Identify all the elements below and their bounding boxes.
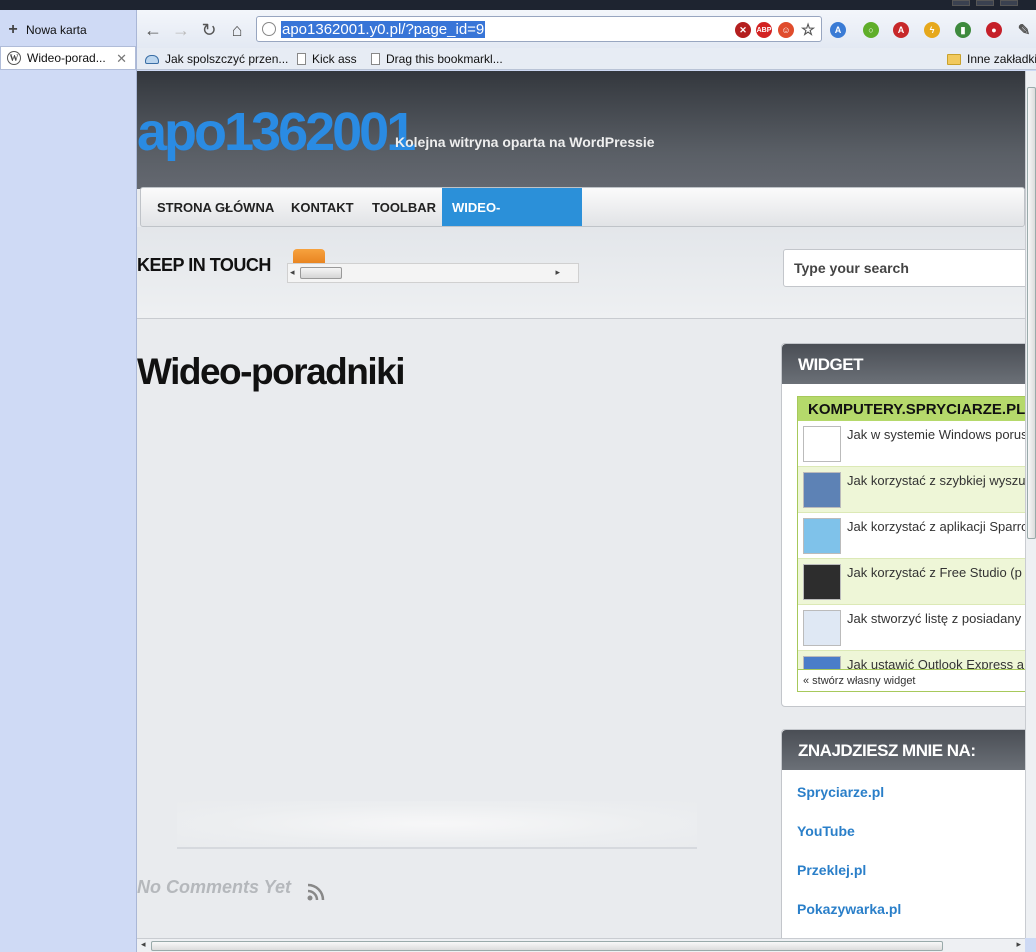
widget-title: WIDGET (782, 344, 1025, 384)
nav-toolbar[interactable]: TOOLBAR (362, 188, 446, 226)
tab-panel: + Nowa karta W Wideo-porad... ✕ (0, 10, 137, 952)
search-input[interactable]: Type your search (783, 249, 1025, 287)
wrench-icon[interactable]: ✎ (1016, 22, 1032, 39)
new-tab-label: Nowa karta (26, 23, 87, 37)
nav-home[interactable]: STRONA GŁÓWNA (147, 188, 284, 226)
computer-thumbnail (803, 610, 841, 646)
site-description: Kolejna witryna oparta na WordPressie (395, 134, 655, 150)
browser-toolbar: ← → ↻ ⌂ apo1362001.y0.pl/?page_id=9 ✕ AB… (137, 10, 1036, 48)
feed-item-text[interactable]: Jak w systemie Windows porusz (847, 427, 1025, 442)
feed-item[interactable]: Jak w systemie Windows porusz (798, 421, 1025, 467)
site-title[interactable]: apo1362001 (137, 101, 416, 163)
studio-thumbnail (803, 564, 841, 600)
sparrow-thumbnail (803, 518, 841, 554)
adblock-icon[interactable]: ABP (756, 22, 772, 38)
close-window-icon[interactable] (1000, 0, 1018, 6)
bookmark-label: Drag this bookmarkl... (386, 52, 503, 66)
refresh-extension-icon[interactable]: ○ (863, 22, 879, 38)
embed-scrollbar[interactable]: ◂ ▸ (287, 263, 579, 283)
widget-find-me: ZNAJDZIESZ MNIE NA: Spryciarze.pl YouTub… (781, 729, 1025, 938)
extension-icon[interactable]: ☺ (778, 22, 794, 38)
create-widget-link[interactable]: « stwórz własny widget (798, 669, 1025, 691)
main-nav: STRONA GŁÓWNA KONTAKT TOOLBAR WIDEO-PORA… (140, 187, 1025, 255)
feed-item-text[interactable]: Jak korzystać z aplikacji Sparrow (847, 519, 1025, 534)
scroll-right-icon[interactable]: ▸ (1016, 939, 1021, 950)
scroll-right-icon[interactable]: ▸ (555, 267, 560, 278)
horizontal-scrollbar[interactable]: ◂ ▸ (137, 938, 1025, 952)
app-thumbnail (803, 472, 841, 508)
other-bookmarks-label: Inne zakładki (967, 52, 1036, 66)
bookmark-item[interactable]: Drag this bookmarkl... (371, 52, 503, 66)
page-viewport: apo1362001 Kolejna witryna oparta na Wor… (137, 71, 1025, 938)
page-icon (297, 53, 306, 65)
forward-arrow-icon[interactable]: → (170, 20, 192, 40)
nav-contact[interactable]: KONTAKT (281, 188, 364, 226)
feed-title[interactable]: KOMPUTERY.SPRYCIARZE.PL (798, 397, 1025, 421)
feed-item[interactable]: Jak korzystać z aplikacji Sparrow (798, 513, 1025, 559)
widget-feed: WIDGET KOMPUTERY.SPRYCIARZE.PL Jak w sys… (781, 343, 1025, 707)
feed-item[interactable]: Jak korzystać z szybkiej wyszuk (798, 467, 1025, 513)
content-separator (177, 801, 697, 849)
bookmarks-bar: Jak spolszczyć przen... Kick ass Drag th… (137, 48, 1036, 70)
folder-icon (947, 53, 961, 65)
widget-title: ZNAJDZIESZ MNIE NA: (782, 730, 1025, 770)
bookmark-item[interactable]: Jak spolszczyć przen... (145, 52, 288, 66)
feed-item[interactable]: Jak korzystać z Free Studio (p (798, 559, 1025, 605)
tab-active[interactable]: W Wideo-porad... ✕ (0, 46, 136, 70)
keep-in-touch-label: KEEP IN TOUCH (137, 255, 271, 275)
feed-item-text[interactable]: Jak korzystać z szybkiej wyszuk (847, 473, 1025, 488)
comments-rss-icon[interactable] (307, 883, 325, 901)
link-youtube[interactable]: YouTube (797, 823, 855, 839)
address-bar[interactable]: apo1362001.y0.pl/?page_id=9 ✕ ABP ☺ ☆ (256, 16, 822, 42)
plus-icon: + (8, 21, 18, 38)
page-title: Wideo-poradniki (137, 351, 406, 392)
url-text[interactable]: apo1362001.y0.pl/?page_id=9 (281, 21, 486, 38)
vertical-scrollbar[interactable] (1025, 71, 1036, 938)
new-tab-button[interactable]: + Nowa karta (6, 20, 87, 40)
reload-icon[interactable]: ↻ (198, 20, 220, 40)
bookmark-item[interactable]: Kick ass (297, 52, 357, 66)
scroll-left-icon[interactable]: ◂ (141, 939, 146, 950)
lightning-icon[interactable]: ϟ (924, 22, 940, 38)
other-bookmarks[interactable]: Inne zakładki (947, 52, 1036, 66)
scroll-left-icon[interactable]: ◂ (290, 267, 295, 278)
back-arrow-icon[interactable]: ← (142, 20, 164, 40)
tab-title: Wideo-porad... (27, 51, 106, 65)
nav-video-tutorials[interactable]: WIDEO-PORADNIKI (442, 188, 582, 255)
link-spryciarze[interactable]: Spryciarze.pl (797, 784, 884, 800)
page-icon (371, 53, 380, 65)
wordpress-icon: W (7, 51, 21, 65)
no-comments-text: No Comments Yet (137, 877, 292, 897)
star-icon[interactable]: ☆ (800, 22, 816, 39)
home-icon[interactable]: ⌂ (226, 20, 248, 40)
maximize-icon[interactable] (976, 0, 994, 6)
globe-icon (262, 22, 276, 36)
close-tab-icon[interactable]: ✕ (116, 51, 127, 67)
feed-item-text[interactable]: Jak korzystać z Free Studio (p (847, 565, 1022, 580)
scrollbar-thumb[interactable] (151, 941, 943, 951)
bookmark-label: Jak spolszczyć przen... (165, 52, 289, 66)
bookmark-label: Kick ass (312, 52, 357, 66)
bookmark-extension-icon[interactable]: ▮ (955, 22, 971, 38)
window-title-bar (0, 0, 1036, 10)
feed-item-text[interactable]: Jak stworzyć listę z posiadany (847, 611, 1021, 626)
mouse-thumbnail (803, 426, 841, 462)
block-icon[interactable]: ✕ (735, 22, 751, 38)
link-przeklej[interactable]: Przeklej.pl (797, 862, 866, 878)
stop-icon[interactable]: ● (986, 22, 1002, 38)
translate-icon[interactable]: A (830, 22, 846, 38)
scrollbar-thumb[interactable] (1027, 87, 1036, 539)
feed-box: KOMPUTERY.SPRYCIARZE.PL Jak w systemie W… (797, 396, 1025, 692)
ad-extension-icon[interactable]: A (893, 22, 909, 38)
cloud-icon (145, 54, 159, 64)
scrollbar-thumb[interactable] (300, 267, 342, 279)
minimize-icon[interactable] (952, 0, 970, 6)
link-pokazywarka[interactable]: Pokazywarka.pl (797, 901, 901, 917)
feed-item[interactable]: Jak stworzyć listę z posiadany (798, 605, 1025, 651)
